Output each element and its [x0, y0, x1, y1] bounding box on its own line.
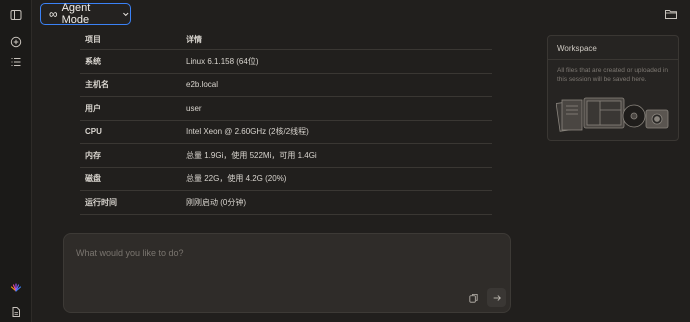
row-key: 用户 [85, 103, 101, 113]
message-composer [63, 233, 511, 313]
table-row: 磁盘 总量 22G，使用 4.2G (20%) [80, 168, 492, 191]
new-chat-icon[interactable] [8, 34, 24, 50]
table-row: 用户 user [80, 97, 492, 121]
table-header-row: 项目 详情 [80, 30, 492, 50]
message-input[interactable] [76, 248, 496, 258]
table-row: CPU Intel Xeon @ 2.60GHz (2核/2线程) [80, 121, 492, 144]
agent-mode-button[interactable]: ∞ Agent Mode [40, 2, 131, 26]
row-key: 运行时间 [85, 197, 117, 207]
folder-icon[interactable] [664, 7, 678, 21]
row-key: CPU [85, 127, 102, 137]
table-row: 运行时间 刚刚启动 (0分钟) [80, 191, 492, 215]
send-button[interactable] [487, 288, 506, 307]
row-key: 系统 [85, 56, 101, 66]
column-header-item: 项目 [85, 35, 101, 44]
attach-file-button[interactable] [466, 291, 480, 305]
agent-mode-label: Agent Mode [61, 2, 91, 26]
column-header-detail: 详情 [186, 35, 202, 44]
scrollbar[interactable] [684, 30, 688, 322]
workspace-panel: Workspace All files that are created or … [547, 35, 679, 141]
row-value: Linux 6.1.158 (64位) [186, 56, 259, 66]
system-info-table: 项目 详情 系统 Linux 6.1.158 (64位) 主机名 e2b.loc… [80, 30, 492, 215]
row-value: user [186, 103, 202, 113]
table-row: 主机名 e2b.local [80, 74, 492, 97]
row-value: e2b.local [186, 80, 219, 90]
workspace-title: Workspace [548, 36, 678, 60]
app-logo-icon[interactable] [8, 280, 24, 296]
row-value: 刚刚启动 (0分钟) [186, 197, 246, 207]
row-key: 内存 [85, 150, 101, 160]
infinity-icon: ∞ [49, 7, 58, 21]
row-value: 总量 22G，使用 4.2G (20%) [186, 174, 287, 184]
row-key: 主机名 [85, 80, 109, 90]
chevron-down-icon [123, 12, 129, 17]
row-key: 磁盘 [85, 174, 101, 184]
top-bar: ∞ Agent Mode [32, 0, 690, 30]
arrow-right-icon [493, 294, 501, 301]
document-icon[interactable] [8, 304, 24, 320]
row-value: Intel Xeon @ 2.60GHz (2核/2线程) [186, 127, 309, 137]
workspace-illustration [556, 97, 669, 132]
workspace-description: All files that are created or uploaded i… [557, 67, 668, 83]
task-list-icon[interactable] [8, 54, 24, 70]
table-row: 系统 Linux 6.1.158 (64位) [80, 50, 492, 74]
table-row: 内存 总量 1.9Gi，使用 522Mi，可用 1.4Gi [80, 144, 492, 168]
sidebar-toggle-icon[interactable] [8, 7, 24, 23]
attach-file-icon [468, 293, 478, 303]
left-rail [0, 0, 32, 322]
row-value: 总量 1.9Gi，使用 522Mi，可用 1.4Gi [186, 150, 317, 160]
